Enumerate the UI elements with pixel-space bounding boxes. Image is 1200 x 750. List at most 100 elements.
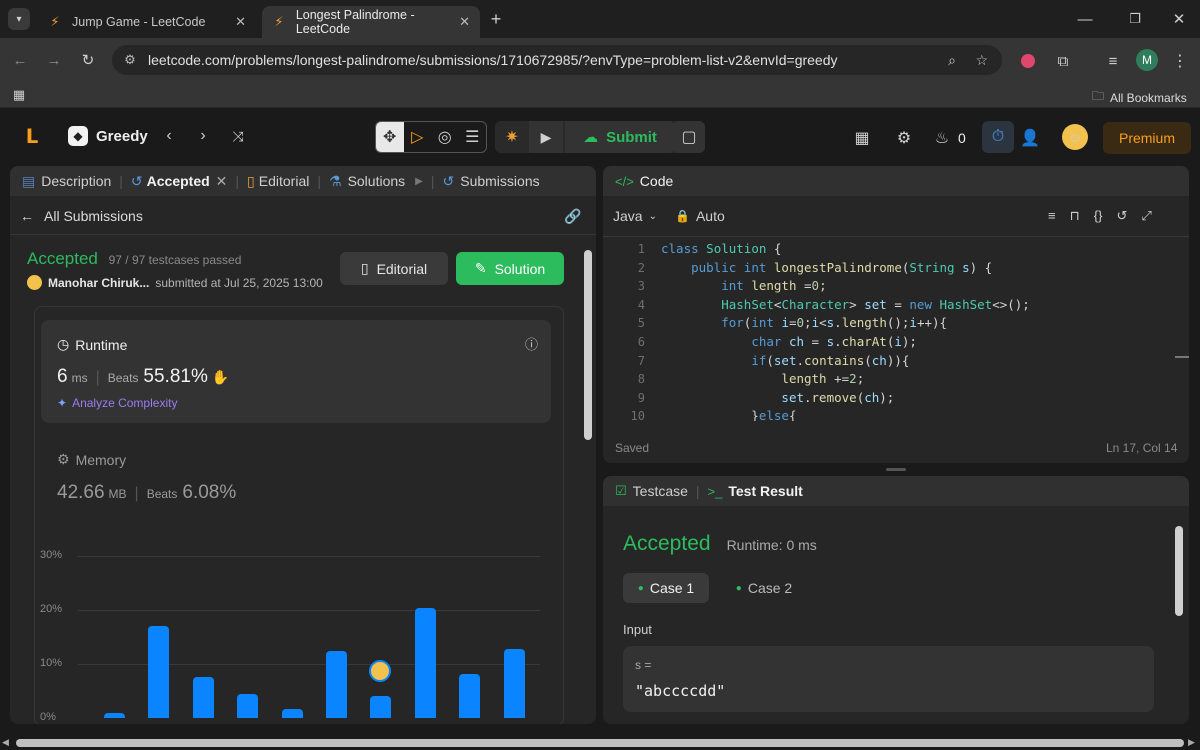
zoom-icon[interactable]: ⌕ [948,52,956,69]
chart-bar[interactable] [370,696,392,718]
play-icon: ▶ [415,175,423,187]
user-avatar[interactable]: ☺ [1062,124,1088,150]
address-bar[interactable]: ⚙ leetcode.com/problems/longest-palindro… [112,45,1002,75]
leetcode-logo-icon[interactable]: ᒪ [20,124,44,148]
language-select[interactable]: Java ⌄ [613,208,657,224]
prev-problem-icon[interactable]: ‹ [160,126,178,146]
analyze-complexity-link[interactable]: ✦ Analyze Complexity [57,396,177,410]
expand-icon[interactable]: ⤢ [1141,208,1151,224]
extension-shield-icon[interactable] [1017,50,1039,72]
editorial-button[interactable]: ▯ Editorial [340,252,448,285]
chart-bar[interactable] [281,709,303,718]
all-submissions-link[interactable]: ← All Submissions [20,208,143,224]
code-line[interactable]: }else{ [661,408,796,421]
braces-icon[interactable]: {} [1094,208,1103,224]
maximize-button[interactable]: ❐ [1124,9,1146,29]
scroll-right-icon[interactable]: ▶ [1188,737,1195,748]
layout-grid-icon[interactable]: ▦ [852,128,872,148]
runtime-card[interactable]: ◷ Runtime ⓘ 6 ms | Beats 55.81% ✋ ✦ Anal… [41,320,551,423]
streak-flame-icon[interactable]: ♨ [932,128,952,148]
username[interactable]: Manohar Chiruk... [48,276,149,290]
chart-bar[interactable] [326,651,347,718]
run-button[interactable]: ▶ [529,121,563,153]
hide-eye-icon[interactable]: ◎ [431,122,459,152]
site-info-icon[interactable]: ⚙ [112,52,148,68]
code-line[interactable]: public int longestPalindrome(String s) { [661,260,992,279]
tab-accepted[interactable]: Accepted [147,173,210,189]
sliders-icon[interactable]: ☰ [459,122,487,152]
format-icon[interactable]: ≡ [1048,208,1056,224]
submit-button[interactable]: ☁ Submit [565,121,675,153]
code-editor[interactable]: 1 class Solution {2 public int longestPal… [603,241,1173,421]
back-icon[interactable]: ← [10,50,30,70]
scrollbar-thumb[interactable] [16,739,1184,747]
tab-editorial[interactable]: Editorial [259,173,310,189]
new-tab-button[interactable]: + [486,9,506,29]
window-close-button[interactable]: ✕ [1168,9,1190,29]
cloud-upload-icon: ☁ [583,129,599,146]
code-line[interactable]: for(int i=0;i<s.length();i++){ [661,315,947,334]
code-line[interactable]: class Solution { [661,241,781,260]
tab-test-result[interactable]: Test Result [728,483,802,499]
close-tab-icon[interactable]: ✕ [459,14,470,30]
scrollbar-thumb[interactable] [584,250,592,440]
scrollbar-thumb[interactable] [1175,526,1183,616]
apps-grid-icon[interactable]: ▦ [10,86,28,104]
problem-list-name[interactable]: Greedy [96,128,148,145]
info-icon[interactable]: ⓘ [525,334,538,353]
case-1-tab[interactable]: ● Case 1 [623,573,709,603]
timer-icon[interactable]: ⏱ [982,121,1014,153]
debug-icon[interactable]: ✷ [495,121,529,153]
tab-solutions[interactable]: Solutions [348,173,406,189]
chart-bar[interactable] [192,676,214,718]
code-line[interactable]: int length =0; [661,278,826,297]
reload-icon[interactable]: ↻ [78,50,98,70]
bookmark-icon[interactable]: ⊓ [1070,208,1080,224]
solution-button[interactable]: ✎ Solution [456,252,564,285]
forward-icon[interactable]: → [44,50,64,70]
share-link-icon[interactable]: 🔗 [564,208,581,225]
code-line[interactable]: char ch = s.charAt(i); [661,334,917,353]
scroll-left-icon[interactable]: ◀ [2,737,9,748]
chart-bar[interactable] [148,626,170,718]
chart-bar[interactable] [503,648,525,718]
extensions-puzzle-icon[interactable]: ⧉ [1052,50,1074,72]
scrollbar[interactable] [584,246,592,724]
bookmark-star-icon[interactable]: ☆ [975,52,988,69]
tab-submissions[interactable]: Submissions [460,173,539,189]
tab-longest-palindrome[interactable]: ⚡ Longest Palindrome - LeetCode ✕ [262,6,480,38]
horizontal-scrollbar[interactable]: ◀ ▶ [0,736,1200,750]
chart-bar[interactable] [414,607,436,718]
add-friend-icon[interactable]: 👤 [1018,128,1042,148]
play-outline-icon[interactable]: ▷ [404,122,432,152]
premium-button[interactable]: Premium [1103,122,1191,154]
profile-avatar[interactable]: M [1136,49,1158,71]
close-tab-icon[interactable]: ✕ [235,14,246,30]
case-2-tab[interactable]: ● Case 2 [721,573,807,603]
code-line[interactable]: length +=2; [661,371,864,390]
note-icon[interactable]: ▢ [673,121,705,153]
minimize-button[interactable]: — [1074,9,1096,29]
next-problem-icon[interactable]: › [194,126,212,146]
settings-gear-icon[interactable]: ⚙ [894,128,914,148]
chart-bar[interactable] [459,673,481,718]
panel-resize-handle[interactable] [886,468,906,471]
reset-icon[interactable]: ↺ [1116,208,1127,224]
all-bookmarks-folder[interactable]: 🗀 All Bookmarks [1092,87,1187,108]
tab-search-button[interactable]: ▾ [8,8,30,30]
auto-mode[interactable]: 🔒 Auto [675,208,725,224]
code-line[interactable]: set.remove(ch); [661,390,894,409]
tab-jump-game[interactable]: ⚡ Jump Game - LeetCode ✕ [38,6,256,38]
code-line[interactable]: HashSet<Character> set = new HashSet<>()… [661,297,1030,316]
chart-bar[interactable] [104,712,125,718]
shuffle-icon[interactable]: ⤨ [228,126,248,146]
tab-description[interactable]: Description [41,173,111,189]
close-tab-icon[interactable]: ✕ [216,173,228,190]
drag-move-icon[interactable]: ✥ [376,122,404,152]
chart-bar[interactable] [237,694,259,718]
tab-testcase[interactable]: Testcase [633,483,688,499]
browser-menu-icon[interactable]: ⋮ [1170,50,1190,72]
memory-title[interactable]: ⚙ Memory [57,451,126,468]
code-line[interactable]: if(set.contains(ch)){ [661,353,909,372]
reading-list-icon[interactable]: ≡ [1102,50,1124,72]
